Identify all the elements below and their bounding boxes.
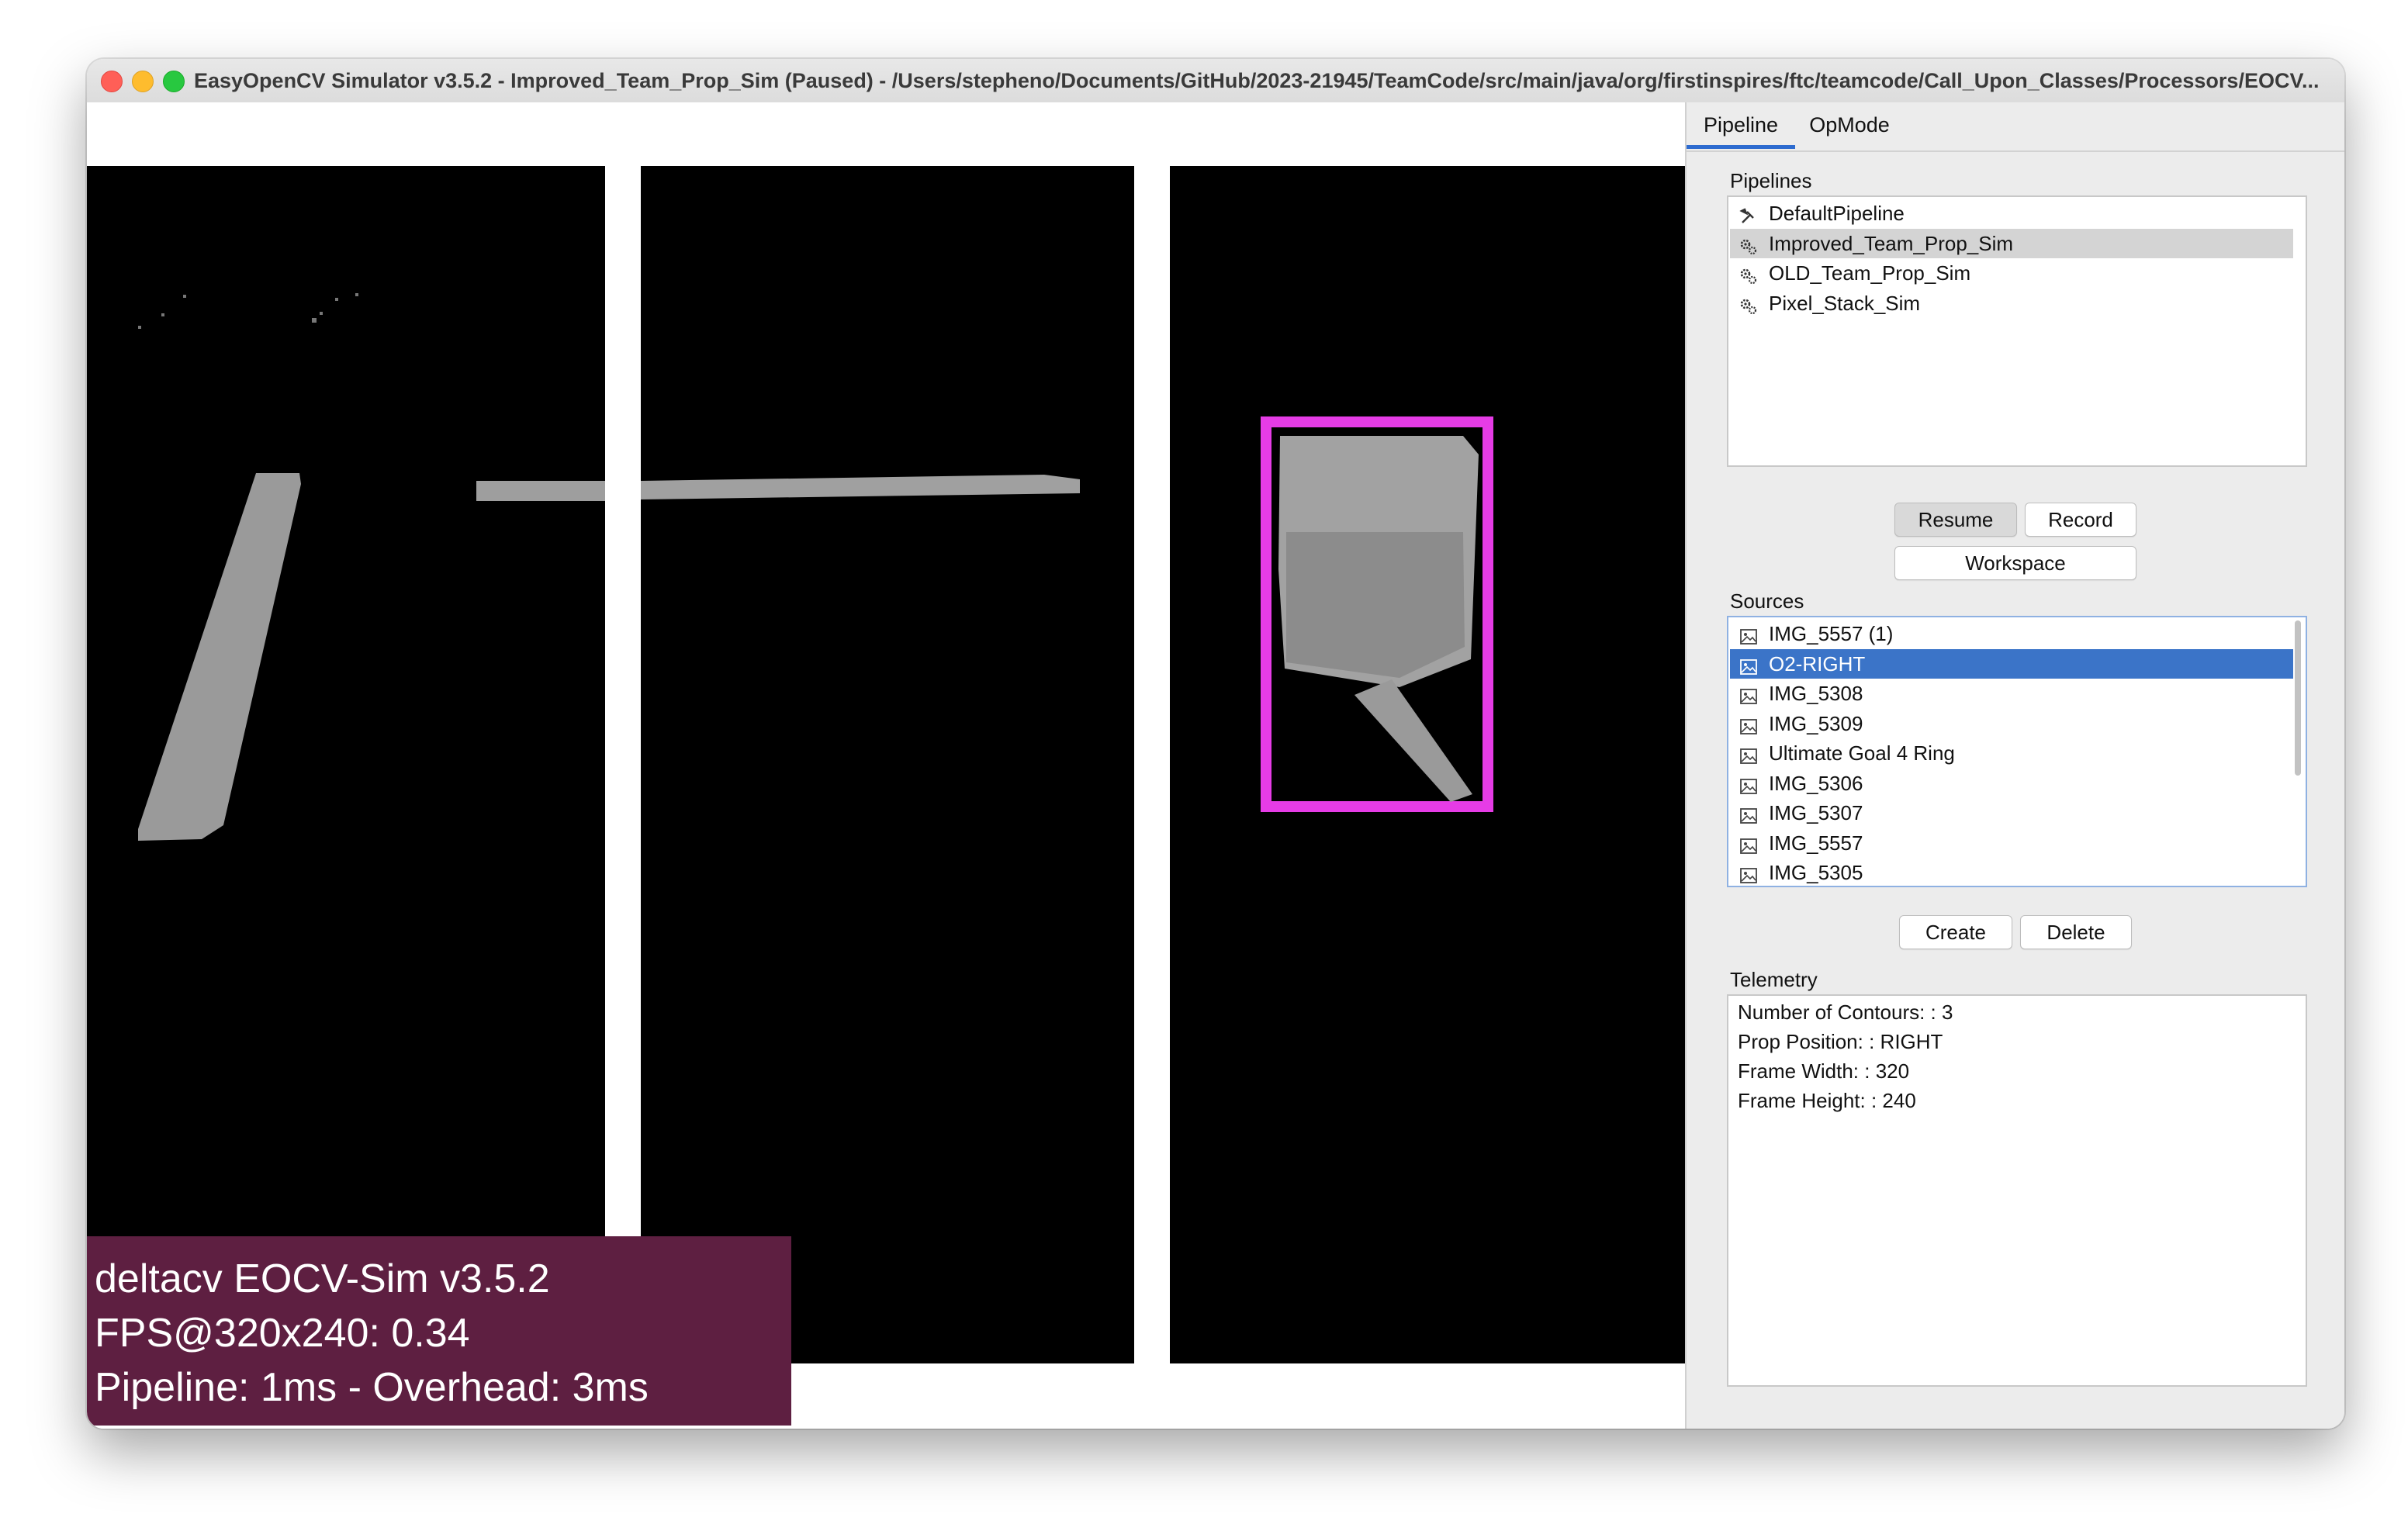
tab-opmode[interactable]: OpMode xyxy=(1803,102,1896,149)
tools-icon xyxy=(1739,204,1758,223)
resume-button[interactable]: Resume xyxy=(1894,503,2017,537)
pipeline-list-item[interactable]: DefaultPipeline xyxy=(1730,199,2293,228)
telemetry-box: Number of Contours: : 3 Prop Position: :… xyxy=(1727,994,2307,1387)
telemetry-line: Number of Contours: : 3 xyxy=(1738,1001,1953,1024)
close-window-button[interactable] xyxy=(101,71,123,92)
left-region-frame xyxy=(87,166,605,1363)
image-icon xyxy=(1739,863,1758,883)
noise-speck xyxy=(355,293,358,296)
telemetry-line: Frame Height: : 240 xyxy=(1738,1089,1916,1112)
right-region-frame xyxy=(1170,166,1685,1363)
source-list-item[interactable]: Ultimate Goal 4 Ring xyxy=(1730,738,2293,768)
side-panel: Pipeline OpMode Pipelines DefaultPipelin… xyxy=(1685,102,2344,1429)
pipelines-list[interactable]: DefaultPipeline Improved_Team_Prop_Sim OLD… xyxy=(1727,195,2307,467)
sources-list[interactable]: IMG_5557 (1) O2-RIGHT IMG_5308 IMG_5309 Ulti… xyxy=(1727,616,2307,887)
delete-source-button[interactable]: Delete xyxy=(2020,915,2132,949)
image-icon xyxy=(1739,744,1758,764)
pipeline-list-item[interactable]: Pixel_Stack_Sim xyxy=(1730,289,2293,318)
minimize-window-button[interactable] xyxy=(132,71,154,92)
noise-speck xyxy=(183,295,186,298)
pipeline-list-item[interactable]: Improved_Team_Prop_Sim xyxy=(1730,228,2293,258)
title-bar[interactable]: EasyOpenCV Simulator v3.5.2 - Improved_T… xyxy=(87,59,2344,103)
app-window: EasyOpenCV Simulator v3.5.2 - Improved_T… xyxy=(87,59,2344,1429)
overlay-version-text: deltacv EOCV-Sim v3.5.2 xyxy=(95,1256,550,1301)
image-icon xyxy=(1739,714,1758,734)
source-list-item[interactable]: IMG_5305 xyxy=(1730,858,2293,886)
overlay-timing-text: Pipeline: 1ms - Overhead: 3ms xyxy=(95,1365,649,1410)
horizontal-tape-left-part xyxy=(476,481,605,501)
list-item-label: OLD_Team_Prop_Sim xyxy=(1769,261,1971,285)
noise-speck xyxy=(138,326,141,329)
pipeline-list-item[interactable]: OLD_Team_Prop_Sim xyxy=(1730,258,2293,288)
source-list-item[interactable]: IMG_5557 xyxy=(1730,828,2293,858)
tab-pipeline[interactable]: Pipeline xyxy=(1687,102,1795,149)
list-item-label: IMG_5308 xyxy=(1769,682,1863,705)
list-item-label: IMG_5305 xyxy=(1769,861,1863,884)
list-item-label: IMG_5557 xyxy=(1769,831,1863,855)
overlay-fps-text: FPS@320x240: 0.34 xyxy=(95,1311,470,1356)
list-item-label: IMG_5309 xyxy=(1769,711,1863,735)
telemetry-label: Telemetry xyxy=(1730,968,1818,991)
source-list-item[interactable]: IMG_5309 xyxy=(1730,709,2293,738)
noise-speck xyxy=(320,312,323,315)
image-icon xyxy=(1739,834,1758,854)
source-list-item[interactable]: IMG_5307 xyxy=(1730,798,2293,828)
maximize-window-button[interactable] xyxy=(163,71,185,92)
stats-overlay: deltacv EOCV-Sim v3.5.2 FPS@320x240: 0.3… xyxy=(87,1236,791,1426)
image-icon xyxy=(1739,624,1758,645)
source-list-item[interactable]: IMG_5557 (1) xyxy=(1730,619,2293,648)
panel-tabs: Pipeline OpMode xyxy=(1687,102,2344,152)
window-title: EasyOpenCV Simulator v3.5.2 - Improved_T… xyxy=(194,69,2320,92)
list-item-label: IMG_5307 xyxy=(1769,801,1863,824)
image-icon xyxy=(1739,804,1758,824)
image-icon xyxy=(1739,655,1758,675)
image-icon xyxy=(1739,684,1758,704)
gears-icon xyxy=(1739,234,1758,254)
list-item-label: Pixel_Stack_Sim xyxy=(1769,291,1921,315)
telemetry-line: Frame Width: : 320 xyxy=(1738,1059,1910,1083)
prop-cube-face xyxy=(1286,532,1465,678)
gears-icon xyxy=(1739,294,1758,314)
list-item-label: IMG_5557 (1) xyxy=(1769,622,1894,645)
noise-speck xyxy=(312,318,317,323)
list-item-label: Improved_Team_Prop_Sim xyxy=(1769,231,2014,255)
left-tape-segment xyxy=(138,473,301,841)
workspace-button[interactable]: Workspace xyxy=(1894,546,2136,580)
prop-stick xyxy=(1354,679,1472,802)
source-list-item[interactable]: O2-RIGHT xyxy=(1730,648,2293,679)
image-icon xyxy=(1739,774,1758,794)
telemetry-line: Prop Position: : RIGHT xyxy=(1738,1030,1943,1053)
pipelines-label: Pipelines xyxy=(1730,169,1812,192)
noise-speck xyxy=(335,298,338,301)
gears-icon xyxy=(1739,264,1758,285)
horizontal-tape-right-part xyxy=(641,475,1080,499)
record-button[interactable]: Record xyxy=(2025,503,2136,537)
create-source-button[interactable]: Create xyxy=(1899,915,2012,949)
noise-speck xyxy=(161,313,164,316)
sources-scrollbar[interactable] xyxy=(2295,620,2301,776)
source-list-item[interactable]: IMG_5306 xyxy=(1730,769,2293,798)
center-region-frame xyxy=(641,166,1134,1363)
source-list-item[interactable]: IMG_5308 xyxy=(1730,679,2293,708)
list-item-label: O2-RIGHT xyxy=(1769,651,1866,676)
list-item-label: IMG_5306 xyxy=(1769,771,1863,795)
list-item-label: DefaultPipeline xyxy=(1769,202,1905,225)
list-item-label: Ultimate Goal 4 Ring xyxy=(1769,741,1955,765)
sources-label: Sources xyxy=(1730,589,1804,613)
camera-viewport[interactable]: deltacv EOCV-Sim v3.5.2 FPS@320x240: 0.3… xyxy=(87,102,1685,1429)
